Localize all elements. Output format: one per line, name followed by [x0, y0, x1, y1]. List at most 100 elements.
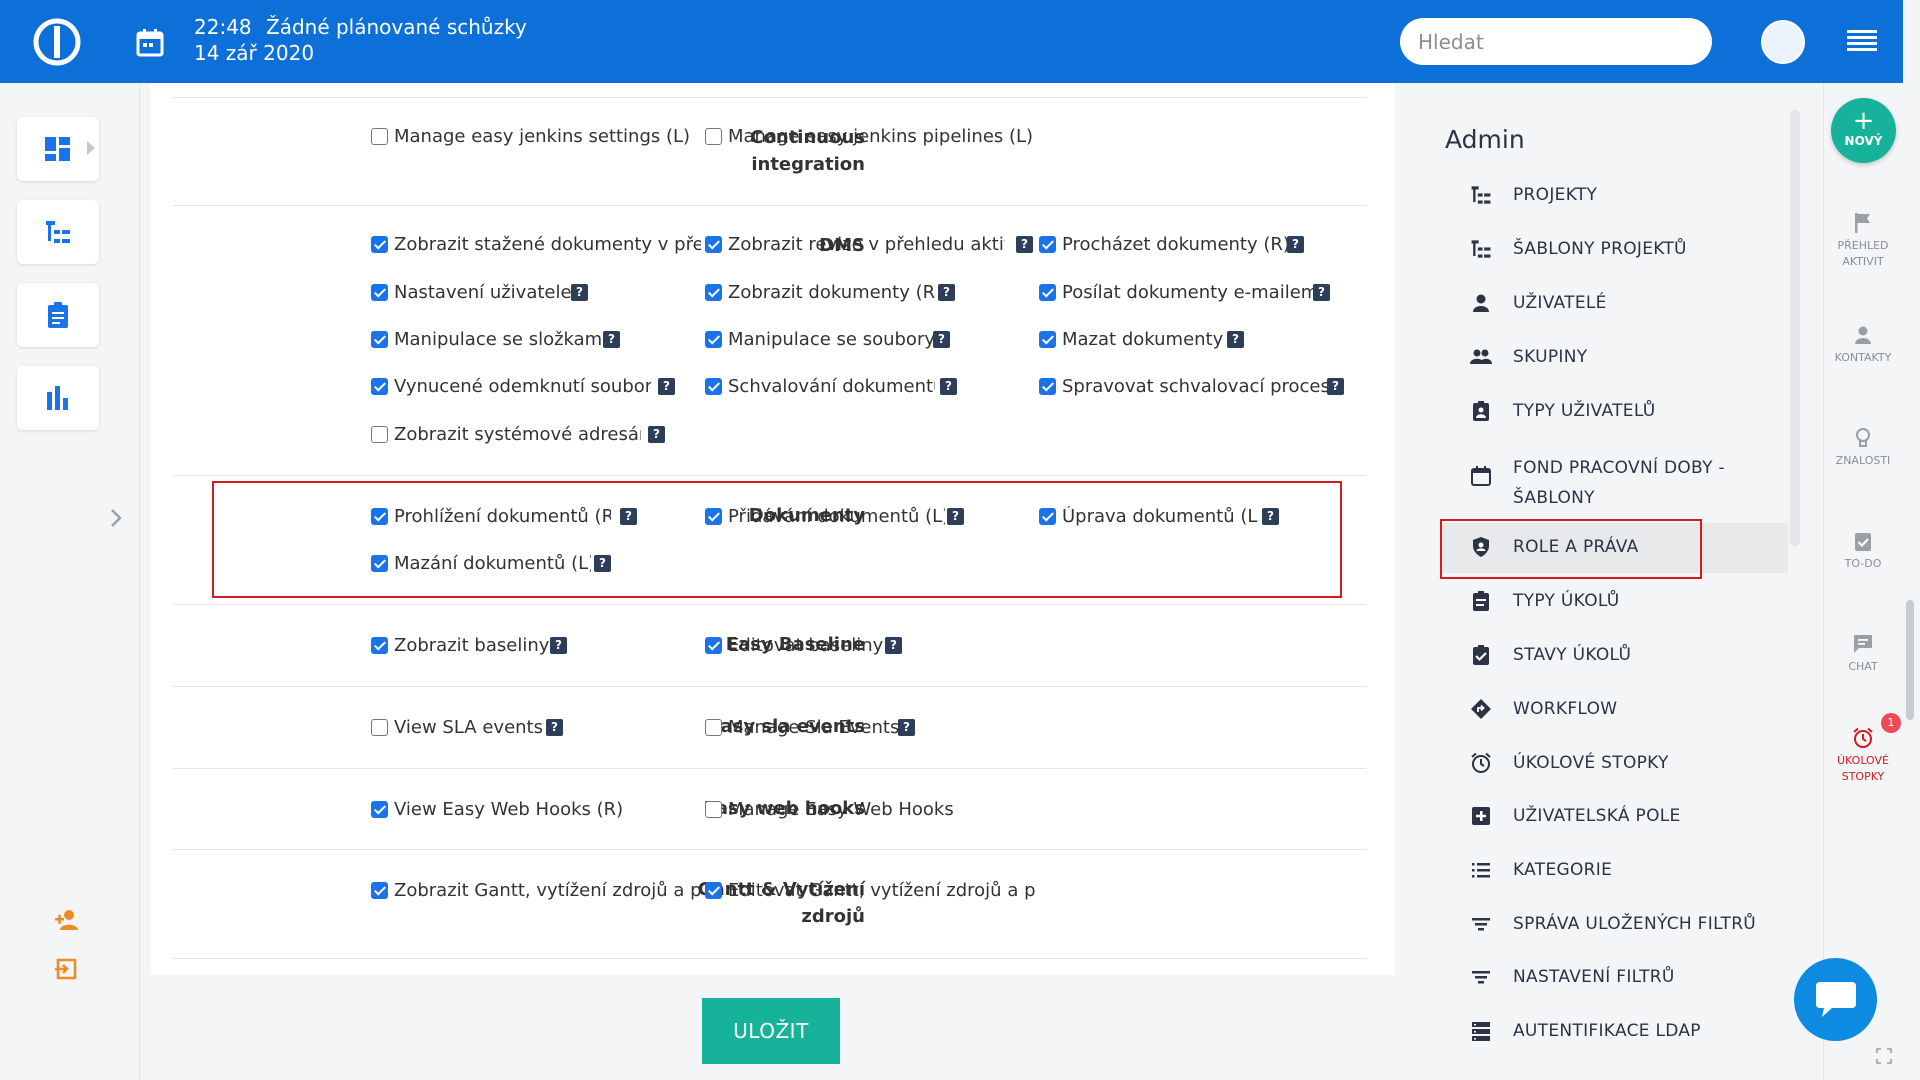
help-icon[interactable]: ? — [620, 508, 637, 525]
help-icon[interactable]: ? — [885, 637, 902, 654]
permission-checkbox[interactable]: Úprava dokumentů (L) — [1039, 506, 1259, 527]
app-logo-icon[interactable] — [30, 18, 84, 66]
rightbar-item-znalosti[interactable]: ZNALOSTI — [1823, 427, 1903, 469]
permission-checkbox[interactable]: Editovat Gantt, vytížení zdrojů a plánov… — [705, 880, 1035, 901]
permission-checkbox[interactable]: View SLA events — [371, 717, 551, 738]
logout-icon[interactable] — [55, 958, 77, 980]
checkbox[interactable] — [1039, 508, 1056, 525]
admin-item-uzivatelska-pole[interactable]: UŽIVATELSKÁ POLE — [1470, 805, 1822, 827]
calendar-icon[interactable] — [134, 27, 166, 59]
checkbox[interactable] — [705, 801, 722, 818]
permission-checkbox[interactable]: Manage easy jenkins settings (L) — [371, 126, 701, 147]
permission-checkbox[interactable]: Manipulace se soubory — [705, 329, 935, 350]
avatar[interactable] — [1761, 20, 1805, 64]
permission-checkbox[interactable]: Editovat baseliny — [705, 635, 885, 656]
permission-checkbox[interactable]: Procházet dokumenty (R) — [1039, 234, 1309, 255]
permission-checkbox[interactable]: Prohlížení dokumentů (R) — [371, 506, 611, 527]
rightbar-item-kontakty[interactable]: KONTAKTY — [1823, 324, 1903, 366]
permission-checkbox[interactable]: Mazání dokumentů (L) — [371, 553, 591, 574]
admin-item-stavy-ukolu[interactable]: STAVY ÚKOLŮ — [1470, 644, 1822, 666]
search-input[interactable] — [1400, 18, 1712, 65]
checkbox[interactable] — [705, 284, 722, 301]
admin-item-sprava-ulozenych-filtru[interactable]: SPRÁVA ULOŽENÝCH FILTRŮ — [1470, 913, 1822, 935]
help-icon[interactable]: ? — [947, 508, 964, 525]
checkbox[interactable] — [371, 637, 388, 654]
checkbox[interactable] — [371, 426, 388, 443]
page-scrollbar-thumb[interactable] — [1906, 600, 1914, 720]
help-icon[interactable]: ? — [1227, 331, 1244, 348]
add-user-icon[interactable] — [54, 909, 80, 931]
admin-item-kategorie[interactable]: KATEGORIE — [1470, 859, 1822, 881]
help-icon[interactable]: ? — [933, 331, 950, 348]
help-icon[interactable]: ? — [938, 284, 955, 301]
permission-checkbox[interactable]: Mazat dokumenty — [1039, 329, 1239, 350]
checkbox[interactable] — [371, 378, 388, 395]
admin-item-fond-pracovni-doby[interactable]: FOND PRACOVNÍ DOBY - ŠABLONY — [1470, 453, 1822, 513]
admin-item-typy-ukolu[interactable]: TYPY ÚKOLŮ — [1470, 590, 1822, 612]
checkbox[interactable] — [1039, 331, 1056, 348]
checkbox[interactable] — [705, 637, 722, 654]
rightbar-item-ukolove-stopky[interactable]: ÚKOLOVÉ STOPKY — [1823, 727, 1903, 785]
help-icon[interactable]: ? — [1287, 236, 1304, 253]
help-icon[interactable]: ? — [1313, 284, 1330, 301]
checkbox[interactable] — [371, 236, 388, 253]
permission-checkbox[interactable]: Manage Easy Web Hooks — [705, 799, 965, 820]
checkbox[interactable] — [705, 331, 722, 348]
permission-checkbox[interactable]: Vynucené odemknutí souboru — [371, 376, 651, 397]
help-icon[interactable]: ? — [571, 284, 588, 301]
permission-checkbox[interactable]: Spravovat schvalovací procesy — [1039, 376, 1329, 397]
permission-checkbox[interactable]: View Easy Web Hooks (R) — [371, 799, 631, 820]
checkbox[interactable] — [705, 128, 722, 145]
checkbox[interactable] — [371, 128, 388, 145]
permission-checkbox[interactable]: Zobrazit baseliny — [371, 635, 551, 656]
permission-checkbox[interactable]: Zobrazit Gantt, vytížení zdrojů a plánov… — [371, 880, 701, 901]
admin-item-skupiny[interactable]: SKUPINY — [1470, 346, 1822, 368]
permission-checkbox[interactable]: Zobrazit stažené dokumenty v přehle — [371, 234, 701, 255]
tasks-button[interactable] — [17, 283, 99, 347]
help-icon[interactable]: ? — [1327, 378, 1344, 395]
help-icon[interactable]: ? — [546, 719, 563, 736]
admin-item-autentifikace-ldap[interactable]: AUTENTIFIKACE LDAP — [1470, 1020, 1822, 1042]
checkbox[interactable] — [1039, 284, 1056, 301]
page-scrollbar[interactable] — [1904, 0, 1920, 1080]
fullscreen-icon[interactable] — [1876, 1048, 1892, 1064]
admin-item-typy-uzivatelu[interactable]: TYPY UŽIVATELŮ — [1470, 400, 1822, 422]
permission-checkbox[interactable]: Zobrazit dokumenty (R) — [705, 282, 935, 303]
help-icon[interactable]: ? — [898, 719, 915, 736]
rightbar-item-prehled-aktivit[interactable]: PŘEHLED AKTIVIT — [1823, 212, 1903, 270]
checkbox[interactable] — [705, 378, 722, 395]
save-button[interactable]: ULOŽIT — [702, 998, 840, 1064]
help-icon[interactable]: ? — [658, 378, 675, 395]
checkbox[interactable] — [705, 236, 722, 253]
permission-checkbox[interactable]: Manipulace se složkami — [371, 329, 601, 350]
permission-checkbox[interactable]: Přidávání dokumentů (L) — [705, 506, 945, 527]
hamburger-menu-icon[interactable] — [1847, 29, 1877, 53]
admin-item-nastaveni-filtru[interactable]: NASTAVENÍ FILTRŮ — [1470, 966, 1822, 988]
new-button[interactable]: + NOVÝ — [1831, 98, 1896, 163]
checkbox[interactable] — [1039, 236, 1056, 253]
reports-button[interactable] — [17, 366, 99, 430]
checkbox[interactable] — [371, 719, 388, 736]
help-icon[interactable]: ? — [1262, 508, 1279, 525]
permission-checkbox[interactable]: Zobrazit revize v přehledu aktivit — [705, 234, 1005, 255]
dashboard-button[interactable] — [17, 117, 99, 181]
chat-fab-button[interactable] — [1794, 958, 1877, 1041]
help-icon[interactable]: ? — [550, 637, 567, 654]
projects-button[interactable] — [17, 200, 99, 264]
checkbox[interactable] — [705, 882, 722, 899]
admin-item-workflow[interactable]: WORKFLOW — [1470, 698, 1822, 720]
admin-item-uzivatele[interactable]: UŽIVATELÉ — [1470, 292, 1822, 314]
admin-item-projekty[interactable]: PROJEKTY — [1470, 184, 1822, 206]
permission-checkbox[interactable]: Posílat dokumenty e-mailem — [1039, 282, 1319, 303]
help-icon[interactable]: ? — [648, 426, 665, 443]
permission-checkbox[interactable]: Schvalování dokumentů — [705, 376, 935, 397]
admin-item-ukolove-stopky[interactable]: ÚKOLOVÉ STOPKY — [1470, 752, 1822, 774]
help-icon[interactable]: ? — [940, 378, 957, 395]
permission-checkbox[interactable]: Nastavení uživatele — [371, 282, 591, 303]
rightbar-item-todo[interactable]: TO-DO — [1823, 530, 1903, 572]
checkbox[interactable] — [1039, 378, 1056, 395]
admin-item-sablony-projektu[interactable]: ŠABLONY PROJEKTŮ — [1470, 238, 1822, 260]
meetings-status[interactable]: Žádné plánované schůzky — [266, 15, 527, 39]
help-icon[interactable]: ? — [1016, 236, 1033, 253]
checkbox[interactable] — [371, 508, 388, 525]
